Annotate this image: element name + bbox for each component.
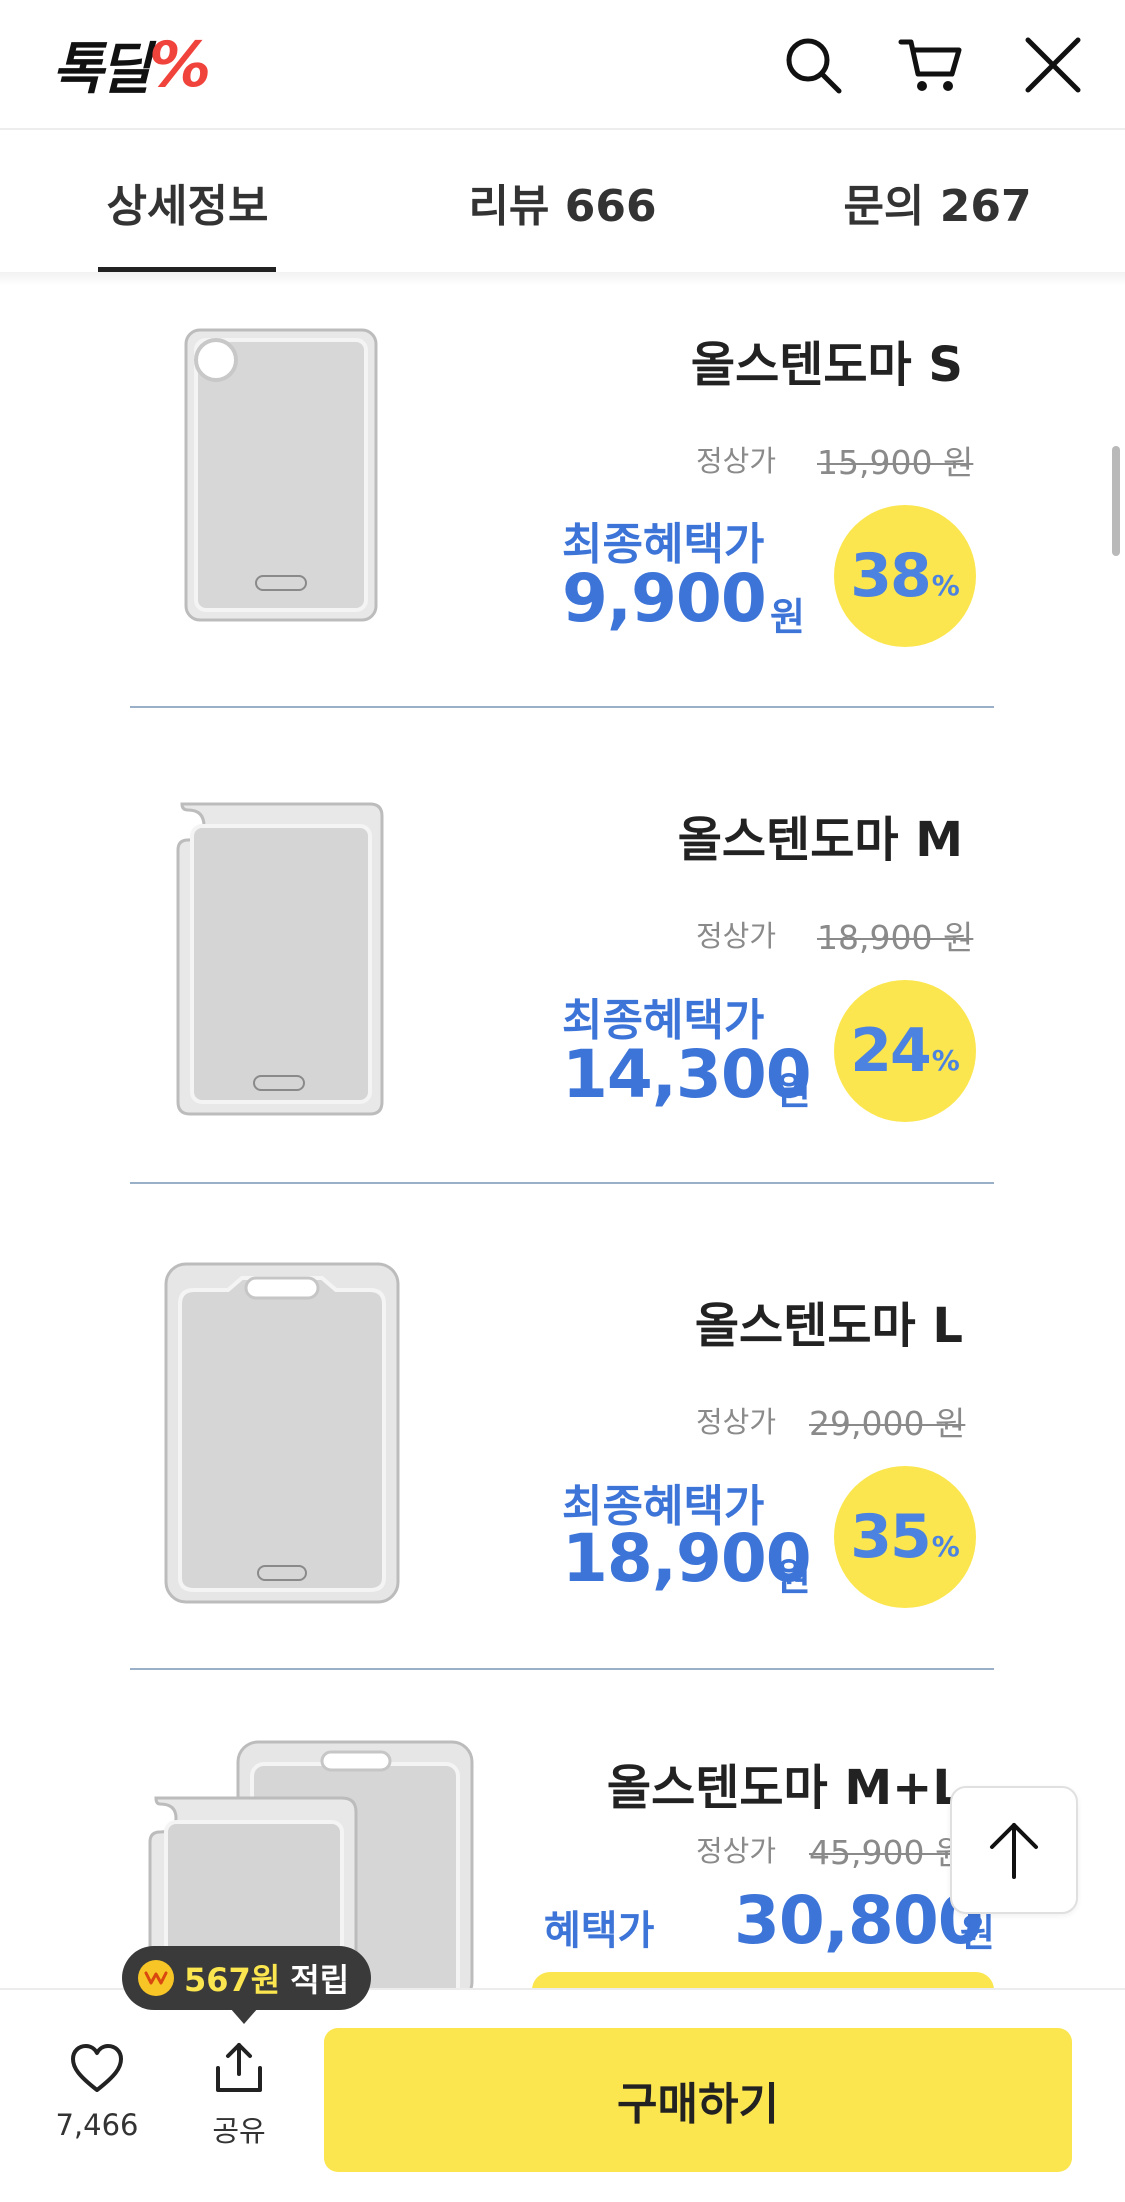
discount-badge: 35% bbox=[834, 1466, 976, 1608]
cutting-board-m-image bbox=[176, 802, 384, 1116]
percent-sign: % bbox=[931, 568, 960, 602]
tabs-shadow bbox=[0, 272, 1125, 286]
cutting-board-s-image bbox=[184, 328, 378, 622]
share-button[interactable]: 공유 bbox=[184, 2040, 294, 2150]
regular-price: 15,900 원 bbox=[817, 443, 974, 482]
close-icon[interactable] bbox=[1018, 30, 1088, 100]
logo[interactable]: 톡딜 % bbox=[52, 28, 211, 102]
points-label: 적립 bbox=[290, 1961, 350, 1999]
product-name: 올스텐도마 L bbox=[694, 1298, 963, 1354]
discount-percent: 35 bbox=[850, 1502, 931, 1572]
discount-percent: 38 bbox=[850, 541, 931, 611]
tab-reviews[interactable]: 리뷰 666 bbox=[430, 132, 695, 272]
tab-details[interactable]: 상세정보 bbox=[60, 132, 315, 272]
final-price: 14,300 bbox=[562, 1036, 812, 1113]
buy-button[interactable]: 구매하기 bbox=[324, 2028, 1072, 2172]
like-button[interactable]: 7,466 bbox=[42, 2042, 152, 2142]
points-tooltip: 567원 적립 bbox=[122, 1946, 372, 2024]
product-name: 올스텐도마 M bbox=[677, 812, 963, 868]
coin-icon bbox=[138, 1960, 174, 1996]
final-price: 30,800 bbox=[734, 1882, 984, 1959]
share-icon bbox=[216, 2043, 262, 2092]
discount-percent: 24 bbox=[850, 1016, 931, 1086]
product-divider bbox=[130, 1668, 994, 1670]
final-price-unit: 원 bbox=[776, 1069, 811, 1113]
discount-badge: 38% bbox=[834, 505, 976, 647]
heart-icon bbox=[71, 2044, 123, 2092]
logo-text: 톡딜 bbox=[52, 36, 151, 102]
final-price-unit: 원 bbox=[776, 1555, 811, 1599]
percent-sign: % bbox=[931, 1529, 960, 1563]
product-name: 올스텐도마 M+L bbox=[606, 1760, 963, 1816]
regular-price-label: 정상가 bbox=[696, 919, 777, 953]
regular-price-label: 정상가 bbox=[696, 1405, 777, 1439]
final-price-label: 혜택가 bbox=[544, 1908, 655, 1954]
bottom-action-bar: 7,466 공유 구매하기 bbox=[0, 1988, 1125, 2202]
scroll-to-top-button[interactable] bbox=[950, 1786, 1078, 1914]
cutting-board-l-image bbox=[164, 1262, 400, 1604]
product-divider bbox=[130, 706, 994, 708]
search-icon[interactable] bbox=[778, 30, 848, 100]
product-name: 올스텐도마 S bbox=[690, 337, 963, 393]
final-price: 9,900 bbox=[562, 560, 767, 637]
like-count: 7,466 bbox=[55, 2108, 139, 2142]
share-label: 공유 bbox=[212, 2114, 266, 2148]
regular-price: 18,900 원 bbox=[817, 918, 974, 957]
regular-price-label: 정상가 bbox=[696, 1834, 777, 1868]
final-price: 18,900 bbox=[562, 1520, 812, 1597]
tab-inquiries[interactable]: 문의 267 bbox=[805, 132, 1070, 272]
regular-price-label: 정상가 bbox=[696, 444, 777, 478]
final-price-unit: 원 bbox=[770, 595, 805, 639]
percent-sign: % bbox=[931, 1043, 960, 1077]
points-amount: 567원 bbox=[184, 1961, 281, 1999]
arrow-up-icon bbox=[990, 1823, 1038, 1879]
discount-badge: 24% bbox=[834, 980, 976, 1122]
regular-price: 29,000 원 bbox=[809, 1404, 966, 1443]
cart-icon[interactable] bbox=[896, 30, 966, 100]
scrollbar[interactable] bbox=[1112, 446, 1120, 556]
app-header: 톡딜 % bbox=[0, 0, 1125, 130]
regular-price: 45,900 원 bbox=[809, 1833, 966, 1872]
product-divider bbox=[130, 1182, 994, 1184]
logo-percent-mark: % bbox=[149, 27, 212, 101]
detail-tabs: 상세정보 리뷰 666 문의 267 bbox=[0, 132, 1125, 272]
